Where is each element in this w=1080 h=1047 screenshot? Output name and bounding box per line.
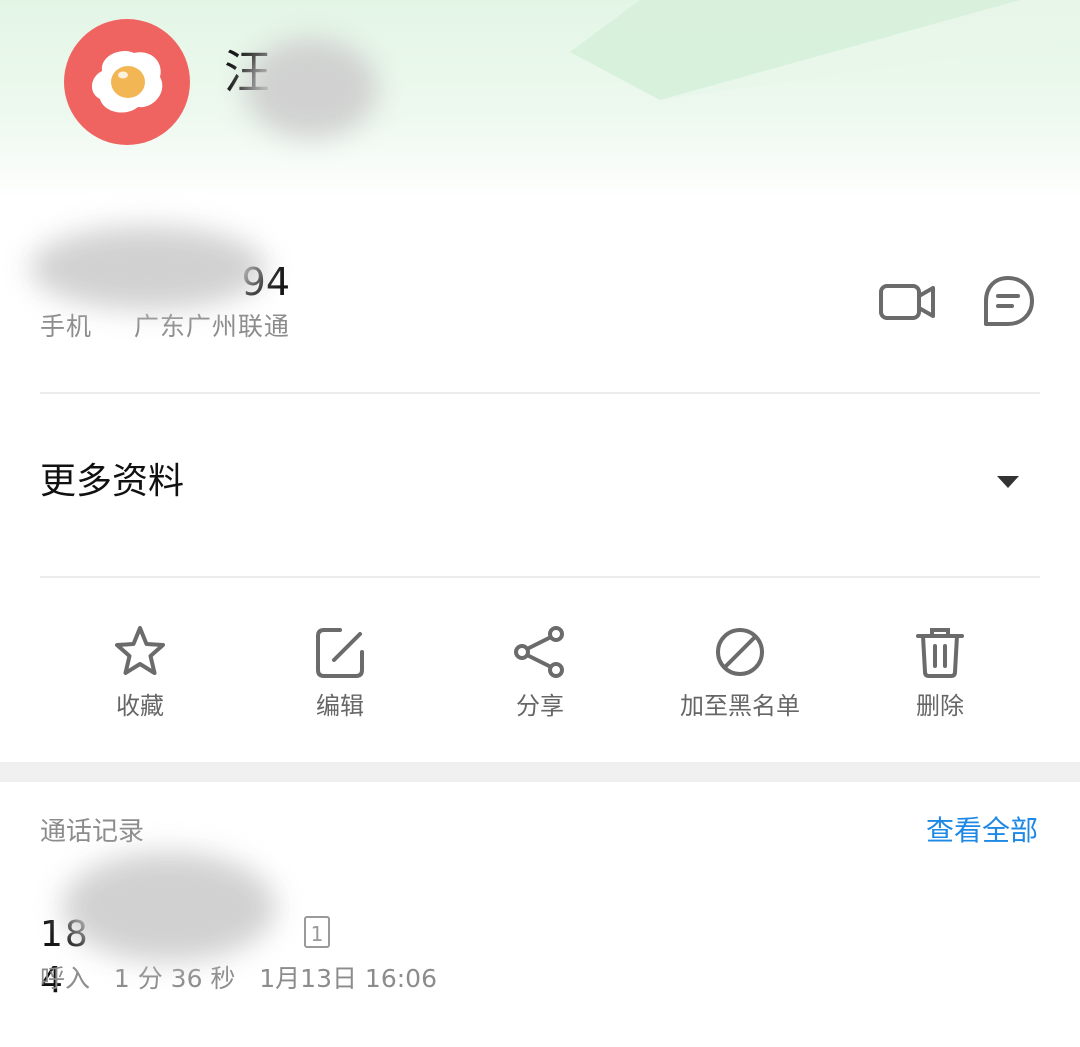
video-call-button[interactable]	[872, 266, 944, 338]
phone-type: 手机	[40, 312, 93, 341]
name-redaction-blur	[244, 38, 378, 138]
edit-icon	[316, 628, 364, 678]
share-icon	[514, 626, 564, 678]
call-time: 1月13日 16:06	[259, 964, 437, 993]
message-bubble-icon	[984, 276, 1034, 326]
phone-location: 手机 广东广州联通	[40, 310, 290, 344]
call-number-redaction-blur	[62, 852, 276, 962]
star-icon	[115, 626, 165, 675]
call-direction: 呼入	[40, 964, 91, 993]
trash-icon	[916, 628, 964, 678]
fried-egg-icon	[91, 51, 163, 113]
call-log-title: 通话记录	[40, 817, 145, 847]
edit-button[interactable]: 编辑	[240, 600, 440, 740]
block-label: 加至黑名单	[680, 692, 800, 720]
more-info-row[interactable]: 更多资料	[0, 395, 1080, 575]
action-bar: 收藏 编辑 分享 加至黑名单 删除	[40, 600, 1040, 740]
sim-card-badge: 1	[304, 916, 330, 948]
block-icon	[716, 628, 764, 676]
favorite-button[interactable]: 收藏	[40, 600, 240, 740]
video-camera-icon	[879, 284, 935, 320]
phone-redaction-blur	[30, 226, 266, 310]
call-duration: 1 分 36 秒	[113, 964, 236, 993]
phone-carrier-location: 广东广州联通	[133, 312, 290, 341]
block-button[interactable]: 加至黑名单	[640, 600, 840, 740]
favorite-label: 收藏	[116, 692, 164, 720]
section-separator	[0, 762, 1080, 782]
message-button[interactable]	[972, 266, 1044, 338]
delete-label: 删除	[916, 692, 964, 720]
more-info-label: 更多资料	[40, 461, 185, 502]
view-all-link[interactable]: 查看全部	[926, 812, 1038, 850]
share-button[interactable]: 分享	[440, 600, 640, 740]
share-label: 分享	[516, 692, 564, 720]
delete-button[interactable]: 删除	[840, 600, 1040, 740]
divider	[40, 392, 1040, 394]
triangle-down-icon	[997, 476, 1019, 488]
call-meta: 呼入 1 分 36 秒 1月13日 16:06	[40, 962, 437, 996]
avatar[interactable]	[64, 19, 190, 145]
divider	[40, 576, 1040, 578]
edit-label: 编辑	[316, 692, 364, 720]
